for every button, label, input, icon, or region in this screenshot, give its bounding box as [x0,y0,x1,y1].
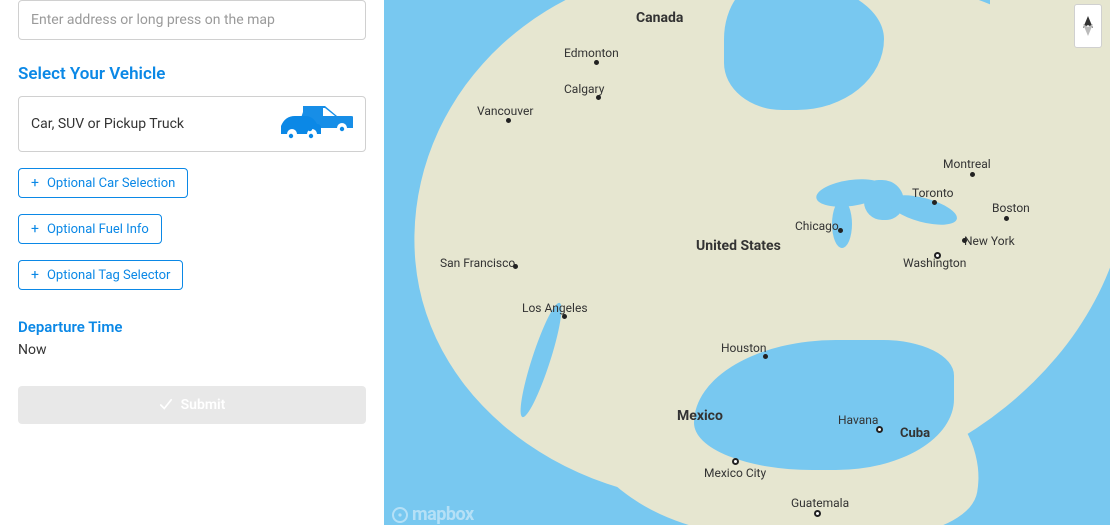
city-marker [962,238,967,243]
city-marker [1004,216,1009,221]
select-vehicle-title: Select Your Vehicle [18,64,366,84]
city-marker [513,264,518,269]
city-marker [594,60,599,65]
car-suv-truck-icon [279,106,353,142]
map-canvas[interactable]: CanadaUnited StatesMexicoCubaEdmontonCal… [384,0,1110,525]
optional-car-selection-button[interactable]: + Optional Car Selection [18,168,188,198]
city-marker [763,354,768,359]
city-marker [562,314,567,319]
plus-icon: + [31,176,39,190]
vehicle-selector[interactable]: Car, SUV or Pickup Truck [18,96,366,152]
submit-button[interactable]: Submit [18,386,366,424]
attribution-text: mapbox [412,504,474,525]
submit-label: Submit [181,397,226,413]
map-attribution: mapbox [392,504,474,525]
capital-marker [934,252,941,259]
address-input[interactable] [18,0,366,40]
capital-marker [814,510,821,517]
mapbox-logo-icon [392,507,408,523]
plus-icon: + [31,268,39,282]
plus-icon: + [31,222,39,236]
optional-fuel-info-button[interactable]: + Optional Fuel Info [18,214,162,244]
compass-arrow-icon [1081,14,1095,38]
city-marker [596,95,601,100]
capital-marker [732,458,739,465]
city-marker [932,200,937,205]
compass-reset-north[interactable] [1074,4,1102,48]
departure-time-title: Departure Time [18,318,366,336]
check-icon [159,398,173,412]
optional-tag-selector-label: Optional Tag Selector [47,268,171,283]
water [832,200,852,248]
city-marker [838,228,843,233]
city-marker [970,172,975,177]
capital-marker [876,426,883,433]
route-sidebar: Select Your Vehicle Car, SUV or Pickup T… [0,0,384,525]
optional-fuel-info-label: Optional Fuel Info [47,222,149,237]
optional-car-selection-label: Optional Car Selection [47,176,175,191]
departure-time-value[interactable]: Now [18,342,366,358]
city-marker [506,118,511,123]
vehicle-label: Car, SUV or Pickup Truck [31,116,184,132]
optional-tag-selector-button[interactable]: + Optional Tag Selector [18,260,183,290]
